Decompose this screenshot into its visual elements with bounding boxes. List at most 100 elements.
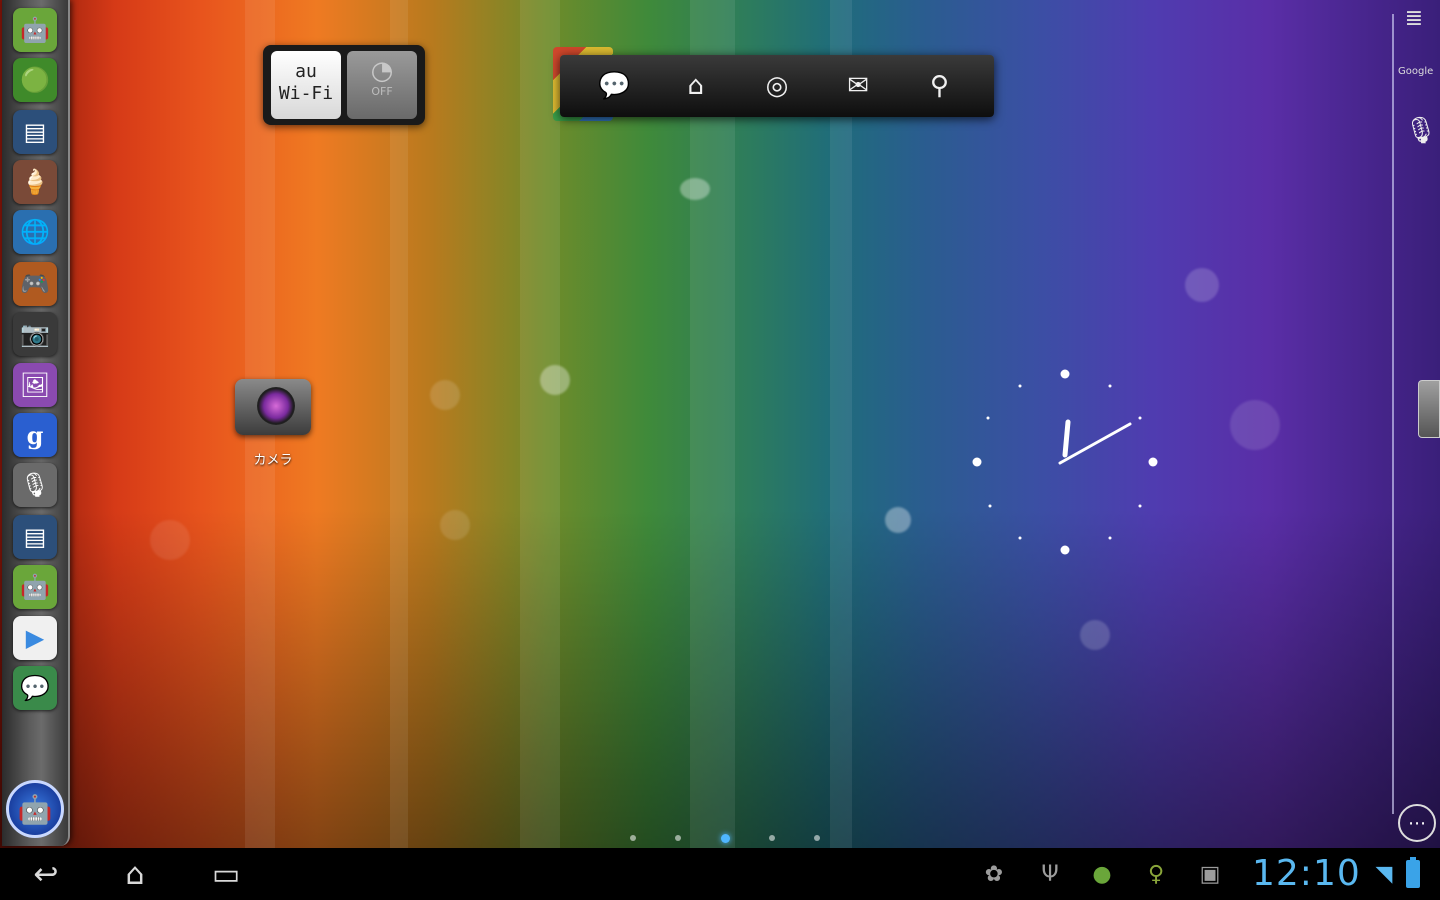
dock-launcher-button[interactable]: 🤖 xyxy=(6,780,64,838)
camera-label: カメラ xyxy=(253,453,293,468)
clock-tick xyxy=(1108,384,1112,388)
dock-item-screenshot-2[interactable]: ▤ xyxy=(13,515,57,559)
google-search-icon: g xyxy=(26,420,44,450)
left-app-dock: 🤖 🟢 ▤ 🍦 🌐 🎮 📷 🖼 g 🎙 ▤ 🤖 ▶ 💬 🤖 xyxy=(2,0,70,846)
back-icon: ↩ xyxy=(33,856,59,892)
mail-icon: ✉ xyxy=(847,71,870,101)
dock-item-google-search[interactable]: g xyxy=(13,413,57,457)
apps-grid-icon: ⋯ xyxy=(1408,812,1426,834)
quick-mail-button[interactable]: ✉ xyxy=(836,64,880,108)
dock-item-gallery[interactable]: 🖼 xyxy=(13,363,57,407)
home-button[interactable]: ⌂ xyxy=(105,854,165,894)
dock-item-camera[interactable]: 📷 xyxy=(13,312,57,356)
ice-cream-icon: 🍦 xyxy=(20,168,50,196)
back-button[interactable]: ↩ xyxy=(16,854,76,894)
game-character-icon: 🎮 xyxy=(20,270,50,298)
wallpaper-bokeh xyxy=(430,380,460,410)
clock-tick xyxy=(986,416,990,420)
page-dot-1[interactable] xyxy=(630,835,636,841)
clock-marker-6 xyxy=(1060,545,1070,555)
dock-item-play-store[interactable]: ▶ xyxy=(13,616,57,660)
page-dot-4[interactable] xyxy=(768,835,775,841)
panel-rail xyxy=(1392,14,1394,814)
photo-widget-edge[interactable] xyxy=(1418,380,1440,438)
analog-clock-widget[interactable] xyxy=(960,360,1170,570)
au-wifi-widget: au Wi-Fi ◔ OFF xyxy=(263,45,425,125)
status-clock[interactable]: 12:10 xyxy=(1252,852,1366,896)
dock-item-android-2[interactable]: 🤖 xyxy=(13,565,57,609)
system-navigation-bar: ↩ ⌂ ▭ ✿ Ψ ● ♀ ▣ 12:10 ◥ xyxy=(0,848,1440,900)
page-dot-2[interactable] xyxy=(675,835,682,841)
usb-icon[interactable]: Ψ xyxy=(1036,860,1064,888)
home-icon: ⌂ xyxy=(125,856,145,892)
desktop-camera-shortcut[interactable]: カメラ xyxy=(232,375,314,470)
gallery-icon: 🖼 xyxy=(19,371,51,399)
home-icon: ⌂ xyxy=(687,71,705,101)
microphone-icon: 🎙 xyxy=(19,471,51,499)
camera-icon: 📷 xyxy=(20,320,50,348)
menu-icon[interactable]: ≣ xyxy=(1400,6,1428,34)
wallpaper-bokeh xyxy=(885,507,911,533)
quick-message-button[interactable]: 💬 xyxy=(593,64,637,108)
dock-item-screenshot[interactable]: ▤ xyxy=(13,110,57,154)
page-dot-3-active[interactable] xyxy=(720,833,730,843)
message-icon: 💬 xyxy=(598,71,631,101)
android-icon: 🤖 xyxy=(20,573,50,601)
carrier-label: au xyxy=(295,61,317,82)
clock-hour-hand xyxy=(1062,419,1071,458)
wallpaper-streak xyxy=(690,0,735,848)
briefcase-icon[interactable]: ▣ xyxy=(1196,860,1224,888)
talk-icon: 💬 xyxy=(20,674,50,702)
quick-launch-toolbar: 💬 ⌂ ◎ ✉ ⚲ xyxy=(560,55,994,117)
wallpaper-bokeh xyxy=(440,510,470,540)
android-icon: 🤖 xyxy=(17,792,53,826)
all-apps-button[interactable]: ⋯ xyxy=(1398,804,1436,842)
screenshot-icon: ▤ xyxy=(23,118,47,146)
android-notification-icon[interactable]: ● xyxy=(1088,860,1116,888)
wallpaper-streak xyxy=(390,0,408,848)
battery-icon[interactable] xyxy=(1406,857,1420,888)
home-page-indicator xyxy=(630,830,820,846)
clock-tick xyxy=(1018,384,1022,388)
wifi-label: Wi-Fi xyxy=(278,83,334,104)
dock-item-game[interactable]: 🎮 xyxy=(13,262,57,306)
quick-home-button[interactable]: ⌂ xyxy=(674,64,718,108)
android-icon: 🤖 xyxy=(20,16,50,44)
clock-tick xyxy=(988,504,992,508)
right-edge-panel: ≣ Google 🎙 ⋯ xyxy=(1390,0,1440,846)
clock-minute-hand xyxy=(1058,422,1132,465)
dock-item-android-market[interactable]: 🟢 xyxy=(13,58,57,102)
recent-apps-button[interactable]: ▭ xyxy=(196,854,256,894)
quick-settings-button[interactable]: ◎ xyxy=(755,64,799,108)
light-icon[interactable]: ♀ xyxy=(1142,860,1170,888)
wifi-signal-icon[interactable]: ◥ xyxy=(1370,860,1398,888)
google-search-label[interactable]: Google xyxy=(1398,66,1433,77)
camera-lens xyxy=(257,387,295,425)
clock-tick xyxy=(1108,536,1112,540)
settings-icon: ◎ xyxy=(765,71,789,101)
quick-search-button[interactable]: ⚲ xyxy=(917,64,961,108)
browser-globe-icon: 🌐 xyxy=(20,218,50,246)
dock-item-talk[interactable]: 💬 xyxy=(13,666,57,710)
microphone-icon[interactable]: 🎙 xyxy=(1404,116,1437,146)
wallpaper-bokeh xyxy=(1185,268,1219,302)
dock-item-browser[interactable]: 🌐 xyxy=(13,210,57,254)
dock-item-voice-search[interactable]: 🎙 xyxy=(13,463,57,507)
clock-tick xyxy=(1138,504,1142,508)
wallpaper-bokeh xyxy=(540,365,570,395)
android-market-icon: 🟢 xyxy=(20,66,50,94)
clock-marker-3 xyxy=(1148,457,1158,467)
recent-apps-icon: ▭ xyxy=(211,856,241,892)
wallpaper-bokeh xyxy=(680,178,710,200)
wallpaper-bokeh xyxy=(1080,620,1110,650)
dock-item-ice-cream[interactable]: 🍦 xyxy=(13,160,57,204)
wifi-toggle-button[interactable]: ◔ OFF xyxy=(347,51,417,119)
au-wifi-button[interactable]: au Wi-Fi xyxy=(271,51,341,119)
search-icon: ⚲ xyxy=(929,71,949,101)
android-debug-icon[interactable]: ✿ xyxy=(980,860,1008,888)
clock-marker-12 xyxy=(1060,369,1070,379)
page-dot-5[interactable] xyxy=(814,835,820,841)
wallpaper xyxy=(0,0,1440,848)
dock-item-android[interactable]: 🤖 xyxy=(13,8,57,52)
camera-icon xyxy=(235,379,311,435)
